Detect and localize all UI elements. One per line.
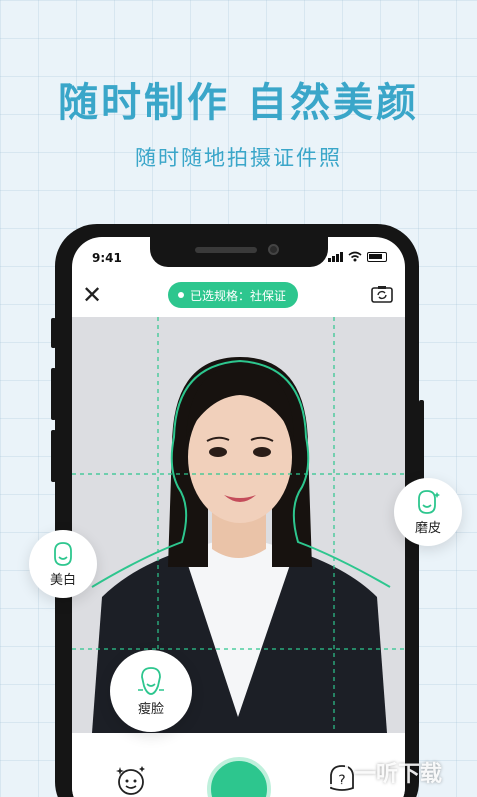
close-icon[interactable]: ✕ xyxy=(82,283,102,307)
spec-selector[interactable]: 已选规格：社保证 xyxy=(168,282,299,308)
watermark-text: 一听下载 xyxy=(354,762,443,787)
shutter-button[interactable] xyxy=(207,757,271,797)
slim-face-option[interactable]: 瘦脸 xyxy=(110,650,192,732)
watermark-logo-icon xyxy=(318,757,348,787)
slim-face-label: 瘦脸 xyxy=(137,701,164,717)
whiten-face-icon xyxy=(54,541,72,566)
watermark: 一听下载 xyxy=(318,756,442,788)
signal-icon xyxy=(328,251,343,262)
smooth-face-icon xyxy=(418,489,440,514)
whiten-option[interactable]: 美白 xyxy=(29,530,97,598)
left-eye xyxy=(209,447,227,457)
speaker-grille xyxy=(195,247,257,253)
promo-headline: 随时制作 自然美颜 xyxy=(58,80,419,126)
status-icons xyxy=(328,251,387,262)
promo-subline: 随时随地拍摄证件照 xyxy=(135,146,342,170)
front-camera xyxy=(268,244,279,255)
phone-power-button xyxy=(419,400,424,480)
slim-face-icon xyxy=(138,666,164,695)
wifi-icon xyxy=(348,251,362,262)
smooth-label: 磨皮 xyxy=(414,520,441,536)
phone-notch xyxy=(150,237,328,267)
status-time: 9:41 xyxy=(92,251,122,265)
camera-top-bar: ✕ 已选规格：社保证 xyxy=(72,279,405,313)
face-beauty-icon[interactable] xyxy=(114,763,148,797)
switch-camera-icon[interactable] xyxy=(371,285,393,303)
battery-icon xyxy=(367,251,387,262)
spec-label: 已选规格：社保证 xyxy=(190,288,287,303)
smooth-option[interactable]: 磨皮 xyxy=(394,478,462,546)
right-eye xyxy=(253,447,271,457)
whiten-label: 美白 xyxy=(49,572,76,588)
spec-dot xyxy=(178,292,184,298)
